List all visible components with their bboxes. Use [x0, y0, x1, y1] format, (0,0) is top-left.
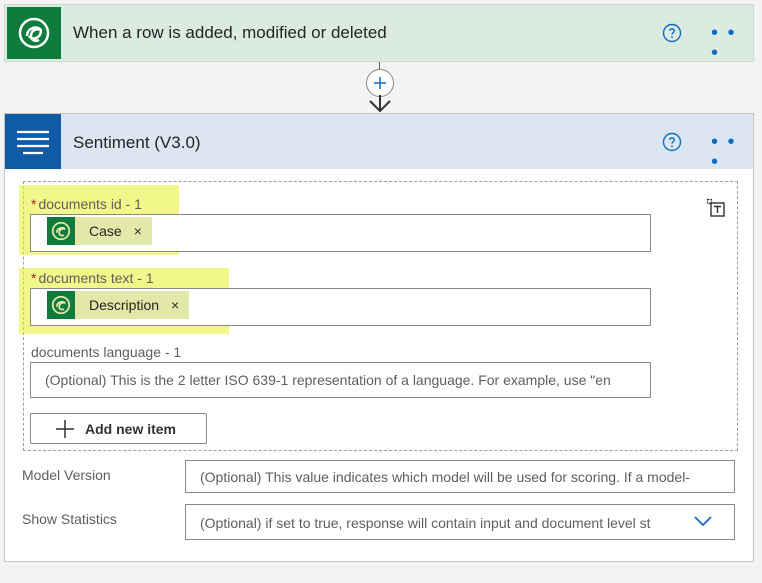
help-circle-icon[interactable]: [662, 132, 682, 152]
trigger-title: When a row is added, modified or deleted: [73, 23, 387, 42]
add-new-item-label: Add new item: [85, 420, 177, 437]
documents-array-box: * documents id - 1 Case × * documents text…: [19, 181, 738, 451]
trigger-card[interactable]: When a row is added, modified or deleted…: [4, 4, 754, 63]
show-statistics-placeholder: (Optional) if set to true, response will…: [200, 515, 651, 531]
model-version-label: Model Version: [22, 467, 111, 483]
documents-text-label: * documents text - 1: [31, 270, 154, 286]
plus-icon: [374, 77, 386, 89]
documents-id-label: * documents id - 1: [31, 196, 142, 212]
required-marker: *: [31, 196, 37, 212]
documents-text-field[interactable]: Description ×: [30, 288, 651, 326]
close-icon[interactable]: ×: [134, 223, 142, 239]
insert-step-button[interactable]: [366, 69, 394, 97]
documents-language-placeholder: (Optional) This is the 2 letter ISO 639-…: [45, 372, 611, 388]
action-header[interactable]: Sentiment (V3.0) • • •: [5, 114, 753, 172]
show-statistics-dropdown[interactable]: (Optional) if set to true, response will…: [185, 504, 735, 540]
documents-id-label-text: documents id - 1: [38, 196, 142, 212]
dynamic-content-token[interactable]: Case ×: [47, 217, 152, 245]
model-version-field[interactable]: (Optional) This value indicates which mo…: [185, 460, 735, 493]
add-new-item-button[interactable]: Add new item: [30, 413, 207, 444]
dataverse-icon: [7, 7, 61, 59]
close-icon[interactable]: ×: [171, 297, 179, 313]
action-card: Sentiment (V3.0) • • • * documents id - 1: [4, 113, 754, 562]
dataverse-icon: [47, 217, 75, 245]
chevron-down-icon[interactable]: [694, 515, 712, 527]
documents-id-field[interactable]: Case ×: [30, 214, 651, 252]
switch-to-text-mode-icon[interactable]: [706, 198, 726, 218]
token-label: Case: [89, 223, 122, 239]
model-version-placeholder: (Optional) This value indicates which mo…: [200, 469, 690, 485]
documents-text-label-text: documents text - 1: [38, 270, 154, 286]
token-label: Description: [89, 297, 160, 313]
arrow-down-icon: [369, 95, 391, 113]
documents-language-label: documents language - 1: [31, 344, 182, 360]
action-title: Sentiment (V3.0): [73, 133, 201, 152]
more-options-icon[interactable]: • • •: [711, 23, 753, 63]
text-lines-icon: [5, 114, 61, 169]
show-statistics-label: Show Statistics: [22, 511, 117, 527]
plus-icon: [56, 419, 74, 438]
required-marker: *: [31, 270, 37, 286]
documents-language-field[interactable]: (Optional) This is the 2 letter ISO 639-…: [30, 362, 651, 398]
help-circle-icon[interactable]: [662, 23, 682, 43]
dynamic-content-token[interactable]: Description ×: [47, 291, 190, 319]
dataverse-icon: [47, 291, 75, 319]
more-options-icon[interactable]: • • •: [711, 132, 753, 172]
